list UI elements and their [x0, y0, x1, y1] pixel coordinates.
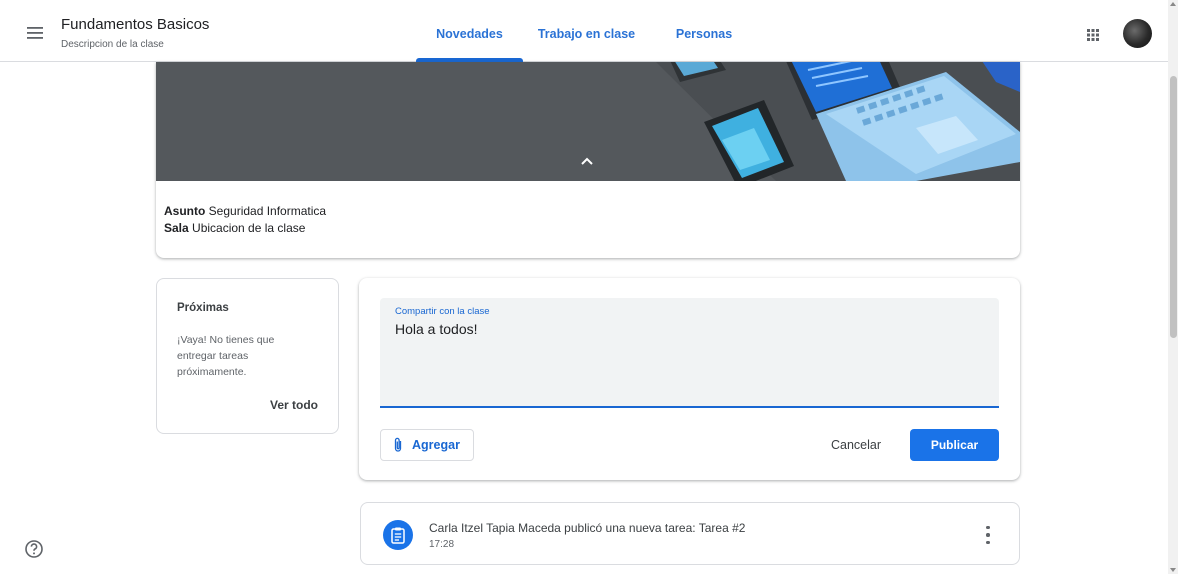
- view-all-link[interactable]: Ver todo: [270, 398, 318, 412]
- compose-card: Compartir con la clase Hola a todos! Agr…: [359, 278, 1020, 480]
- post-time: 17:28: [429, 539, 455, 550]
- share-with-class-field[interactable]: Compartir con la clase Hola a todos!: [380, 298, 999, 408]
- post-title[interactable]: Carla Itzel Tapia Maceda publicó una nue…: [429, 521, 745, 535]
- scroll-thumb[interactable]: [1170, 76, 1177, 338]
- upcoming-title: Próximas: [177, 302, 229, 314]
- class-title[interactable]: Fundamentos Basicos: [61, 16, 209, 33]
- subject-label: Asunto: [164, 204, 206, 218]
- help-icon[interactable]: [24, 539, 44, 559]
- paperclip-icon: [394, 437, 402, 452]
- banner-illustration: [156, 62, 1020, 181]
- room-value: Ubicacion de la clase: [192, 221, 306, 235]
- class-description: Descripcion de la clase: [61, 39, 164, 50]
- add-attachment-label: Agregar: [412, 438, 460, 452]
- page-scrollbar[interactable]: [1168, 0, 1178, 574]
- publish-button[interactable]: Publicar: [910, 429, 999, 461]
- chevron-up-icon[interactable]: [577, 153, 597, 169]
- cancel-button[interactable]: Cancelar: [818, 429, 894, 461]
- apps-grid-icon[interactable]: [1083, 25, 1103, 45]
- room-row: Sala Ubicacion de la clase: [164, 220, 326, 237]
- room-label: Sala: [164, 221, 189, 235]
- class-banner-card: Asunto Seguridad Informatica Sala Ubicac…: [156, 62, 1020, 258]
- class-details: Asunto Seguridad Informatica Sala Ubicac…: [164, 203, 326, 237]
- stream-post[interactable]: Carla Itzel Tapia Maceda publicó una nue…: [360, 502, 1020, 565]
- tab-novedades[interactable]: Novedades: [416, 0, 523, 62]
- more-vert-icon[interactable]: [981, 524, 995, 546]
- subject-row: Asunto Seguridad Informatica: [164, 203, 326, 220]
- avatar[interactable]: [1123, 19, 1152, 48]
- tab-trabajo-en-clase[interactable]: Trabajo en clase: [532, 0, 641, 62]
- menu-icon[interactable]: [22, 20, 48, 46]
- upcoming-card: Próximas ¡Vaya! No tienes que entregar t…: [156, 278, 339, 434]
- share-field-value[interactable]: Hola a todos!: [395, 321, 478, 337]
- top-app-bar: Fundamentos Basicos Descripcion de la cl…: [0, 0, 1168, 62]
- upcoming-message: ¡Vaya! No tienes que entregar tareas pró…: [177, 334, 275, 378]
- subject-value: Seguridad Informatica: [208, 204, 327, 218]
- share-field-label: Compartir con la clase: [395, 306, 490, 317]
- scroll-down-icon[interactable]: [1170, 568, 1176, 572]
- assignment-icon: [383, 520, 413, 550]
- scroll-up-icon[interactable]: [1170, 2, 1176, 6]
- tab-personas[interactable]: Personas: [662, 0, 746, 62]
- add-attachment-button[interactable]: Agregar: [380, 429, 474, 461]
